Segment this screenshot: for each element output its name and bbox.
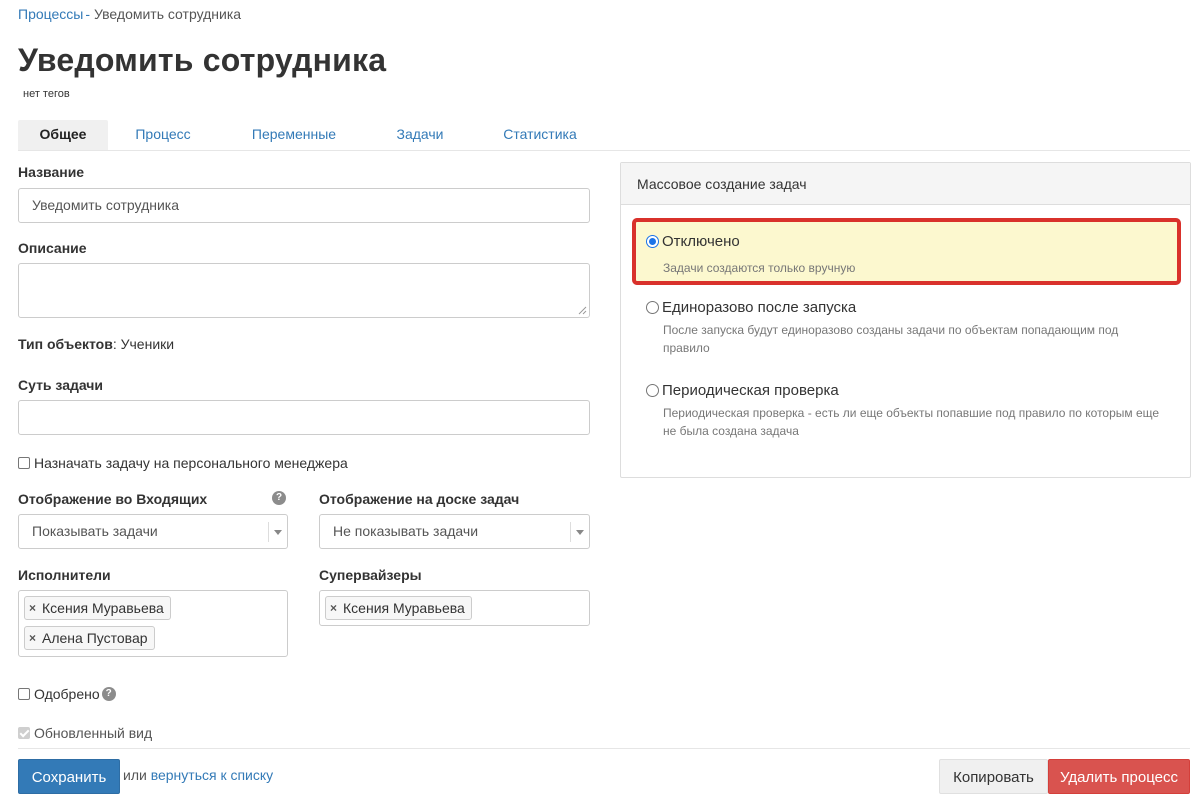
tab-statistics[interactable]: Статистика: [470, 120, 610, 150]
save-button[interactable]: Сохранить: [18, 759, 120, 794]
option-description: Задачи создаются только вручную: [663, 261, 856, 275]
tags-label: нет тегов: [23, 88, 70, 100]
help-icon[interactable]: ?: [272, 491, 286, 505]
back-to-list-link[interactable]: вернуться к списку: [151, 767, 273, 783]
executor-chip: × Алена Пустовар: [24, 626, 155, 650]
option-label: Периодическая проверка: [662, 382, 839, 399]
select-divider: [268, 522, 269, 542]
description-label: Описание: [18, 240, 87, 256]
delete-process-button[interactable]: Удалить процесс: [1048, 759, 1190, 794]
tabs-bar: Общее Процесс Переменные Задачи Статисти…: [18, 120, 1190, 151]
chevron-down-icon: [274, 530, 282, 535]
executor-chip: × Ксения Муравьева: [24, 596, 171, 620]
breadcrumb: Процессы - Уведомить сотрудника: [18, 6, 241, 22]
breadcrumb-separator: -: [85, 6, 91, 22]
inbox-display-label: Отображение во Входящих: [18, 491, 208, 507]
copy-button[interactable]: Копировать: [939, 759, 1048, 794]
approved-row[interactable]: Одобрено ?: [18, 686, 116, 702]
supervisors-multiselect[interactable]: × Ксения Муравьева: [319, 590, 590, 626]
radio-once[interactable]: [646, 301, 659, 314]
remove-icon[interactable]: ×: [29, 601, 36, 615]
or-text: или: [123, 767, 147, 783]
supervisor-chip: × Ксения Муравьева: [325, 596, 472, 620]
tab-tasks[interactable]: Задачи: [370, 120, 470, 150]
approved-checkbox[interactable]: [18, 688, 30, 700]
tab-general[interactable]: Общее: [18, 120, 108, 150]
board-display-select[interactable]: Не показывать задачи: [319, 514, 590, 549]
executors-label: Исполнители: [18, 567, 111, 583]
chevron-down-icon: [576, 530, 584, 535]
option-once[interactable]: Единоразово после запуска После запуска …: [646, 299, 1166, 357]
name-label: Название: [18, 164, 85, 180]
assign-manager-checkbox[interactable]: [18, 457, 30, 469]
radio-periodic[interactable]: [646, 384, 659, 397]
resize-handle-icon[interactable]: [578, 306, 587, 315]
option-description: Периодическая проверка - есть ли еще объ…: [663, 406, 1160, 438]
updated-view-row: Обновленный вид: [18, 725, 152, 741]
breadcrumb-link-processes[interactable]: Процессы: [18, 6, 83, 22]
option-description: После запуска будут единоразово созданы …: [663, 323, 1119, 355]
name-input[interactable]: Уведомить сотрудника: [18, 188, 590, 223]
breadcrumb-current: Уведомить сотрудника: [94, 6, 242, 22]
mass-creation-title: Массовое создание задач: [621, 163, 1190, 205]
select-divider: [570, 522, 571, 542]
updated-view-checkbox: [18, 727, 30, 739]
chip-label: Ксения Муравьева: [42, 600, 164, 616]
object-type-label: Тип объектов: [18, 336, 113, 352]
object-type-value: : Ученики: [112, 336, 175, 352]
radio-disabled[interactable]: [646, 235, 659, 248]
tab-process[interactable]: Процесс: [108, 120, 218, 150]
task-essence-label: Суть задачи: [18, 377, 104, 393]
chip-label: Ксения Муравьева: [343, 600, 465, 616]
tab-variables[interactable]: Переменные: [218, 120, 370, 150]
description-textarea[interactable]: [18, 263, 590, 318]
inbox-display-select[interactable]: Показывать задачи: [18, 514, 288, 549]
option-periodic[interactable]: Периодическая проверка Периодическая про…: [646, 382, 1166, 440]
option-label: Единоразово после запуска: [662, 299, 857, 316]
updated-view-label: Обновленный вид: [34, 725, 153, 741]
board-display-value: Не показывать задачи: [333, 523, 479, 539]
object-type: Тип объектов: Ученики: [18, 336, 174, 352]
back-link-row: или вернуться к списку: [123, 767, 273, 783]
footer-divider: [18, 748, 1190, 749]
option-label: Отключено: [662, 233, 740, 250]
inbox-display-value: Показывать задачи: [32, 523, 158, 539]
supervisors-label: Супервайзеры: [319, 567, 422, 583]
board-display-label: Отображение на доске задач: [319, 491, 520, 507]
chip-label: Алена Пустовар: [42, 630, 148, 646]
page-title: Уведомить сотрудника: [18, 42, 387, 78]
task-essence-input[interactable]: [18, 400, 590, 435]
executors-multiselect[interactable]: × Ксения Муравьева × Алена Пустовар: [18, 590, 288, 657]
option-disabled[interactable]: Отключено Задачи создаются только вручну…: [646, 233, 855, 277]
remove-icon[interactable]: ×: [330, 601, 337, 615]
approved-label: Одобрено: [34, 686, 100, 702]
help-icon[interactable]: ?: [101, 687, 116, 701]
remove-icon[interactable]: ×: [29, 631, 36, 645]
assign-manager-label: Назначать задачу на персонального менедж…: [34, 455, 348, 471]
assign-manager-row[interactable]: Назначать задачу на персонального менедж…: [18, 455, 348, 471]
